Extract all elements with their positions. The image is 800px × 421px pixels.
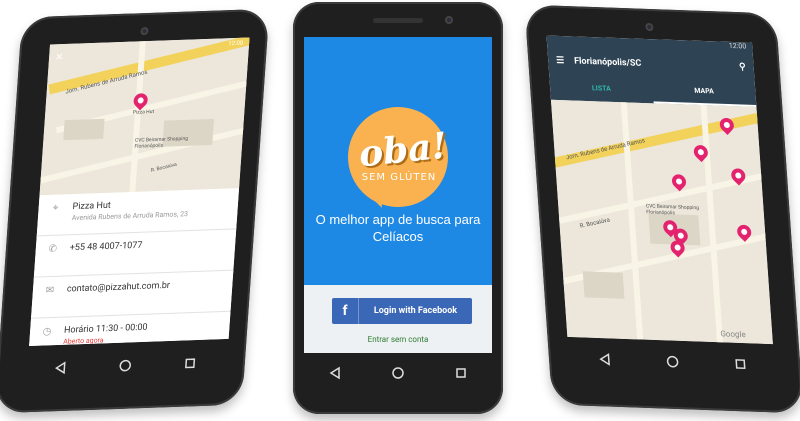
open-status: Aberto agora: [62, 336, 104, 346]
restaurant-pin-icon[interactable]: [669, 171, 689, 192]
home-icon[interactable]: [663, 352, 682, 371]
app-bar-title: Florianópolis/SC: [573, 56, 642, 69]
map-label: CVC Beiramar Shopping Florianópolis: [645, 203, 700, 217]
facebook-login-button[interactable]: f Login with Facebook: [332, 298, 472, 324]
android-navbar: [570, 339, 776, 384]
menu-icon[interactable]: ☰: [556, 56, 565, 66]
hours-row: ◷ Horário 11:30 - 00:00 Aberto agora: [29, 311, 231, 346]
recents-icon[interactable]: [452, 364, 470, 382]
email-row[interactable]: ✉ contato@pizzahut.com.br: [30, 270, 234, 319]
map-screen: 12:00 ☰ Florianópolis/SC ⚲ LISTA MAPA Jo…: [546, 35, 773, 345]
speaker: [373, 18, 423, 23]
opening-hours: Horário 11:30 - 00:00: [63, 322, 148, 336]
phone-row[interactable]: ✆ +55 48 4007-1077: [33, 229, 237, 278]
map-label: Pizza Hut: [132, 108, 155, 116]
login-screen: oba! SEM GLÚTEN O melhor app de busca pa…: [304, 37, 492, 353]
email-address: contato@pizzahut.com.br: [66, 280, 171, 295]
camera: [445, 16, 453, 24]
map-label: CVC Beiramar Shopping Florianópolis: [134, 135, 189, 150]
back-icon[interactable]: [595, 350, 614, 369]
logo-tail: [362, 185, 386, 211]
clock-icon: ◷: [42, 326, 52, 338]
logo-subtitle: SEM GLÚTEN: [361, 172, 437, 183]
email-icon: ✉: [45, 284, 55, 297]
home-icon[interactable]: [116, 356, 135, 375]
app-bar: 12:00 ☰ Florianópolis/SC ⚲ LISTA MAPA: [546, 35, 757, 107]
map-label: R. Bocaiúva: [150, 161, 178, 174]
camera: [645, 22, 654, 32]
search-icon[interactable]: ⚲: [739, 62, 746, 72]
phone-number: +55 48 4007-1077: [69, 240, 143, 254]
camera: [140, 26, 149, 36]
restaurant-detail-screen: Jorn. Rubens de Arruda Ramos Pizza Hut C…: [29, 37, 250, 346]
back-icon[interactable]: [326, 364, 344, 382]
enter-without-account-link[interactable]: Entrar sem conta: [304, 335, 492, 344]
back-icon[interactable]: [50, 359, 69, 378]
home-icon[interactable]: [389, 364, 407, 382]
restaurant-address: Avenida Rubens de Arruda Ramos, 23: [71, 210, 189, 223]
tagline: O melhor app de busca para Celíacos: [315, 212, 481, 244]
android-navbar: [304, 354, 492, 392]
close-icon[interactable]: ✕: [55, 52, 64, 63]
tab-mapa[interactable]: MAPA: [651, 77, 757, 107]
detail-list: ⌖ Pizza Hut Avenida Rubens de Arruda Ram…: [29, 188, 240, 346]
recents-icon[interactable]: [731, 355, 750, 374]
facebook-login-label: Login with Facebook: [373, 306, 458, 316]
login-panel: f Login with Facebook Entrar sem conta: [304, 285, 492, 353]
google-logo: Google: [720, 329, 746, 340]
map[interactable]: Jorn. Rubens de Arruda Ramos R. Bocaiúva…: [547, 99, 773, 345]
address-row[interactable]: ⌖ Pizza Hut Avenida Rubens de Arruda Ram…: [36, 188, 240, 237]
phone-center: oba! SEM GLÚTEN O melhor app de busca pa…: [293, 2, 503, 414]
phone-icon: ✆: [48, 243, 58, 256]
phone-left: Jorn. Rubens de Arruda Ramos Pizza Hut C…: [0, 8, 270, 414]
location-icon: ⌖: [52, 202, 59, 214]
status-time: 12:00: [228, 39, 244, 48]
facebook-icon: f: [332, 298, 359, 324]
phone-right: 12:00 ☰ Florianópolis/SC ⚲ LISTA MAPA Jo…: [524, 4, 800, 414]
recents-icon[interactable]: [181, 354, 200, 373]
tab-lista[interactable]: LISTA: [549, 74, 654, 104]
android-navbar: [26, 343, 224, 388]
